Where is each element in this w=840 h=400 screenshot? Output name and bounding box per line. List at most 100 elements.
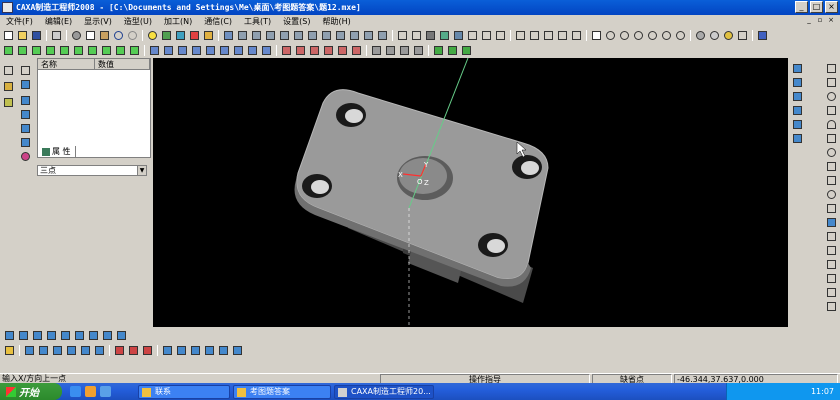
copy-curve-icon[interactable] [161, 344, 174, 356]
3d-viewport[interactable]: Y X O Z [153, 58, 788, 327]
menu-machining[interactable]: 加工(N) [158, 16, 198, 27]
plane-icon[interactable] [2, 45, 15, 57]
box-icon[interactable] [466, 30, 479, 42]
window-icon[interactable] [590, 30, 603, 42]
measure-icon[interactable] [514, 30, 527, 42]
close-button[interactable]: × [825, 1, 838, 13]
point-mode-select[interactable]: 三点 ▼ [37, 165, 147, 176]
sketch-pencil-icon[interactable] [2, 80, 15, 92]
plane-select-icon[interactable] [59, 329, 72, 341]
simulate-icon[interactable] [384, 45, 397, 57]
filter-icon[interactable] [174, 30, 187, 42]
boolean-icon[interactable] [280, 45, 293, 57]
clock[interactable]: 11:07 [811, 387, 834, 396]
toolpath-icon[interactable] [370, 45, 383, 57]
color-icon[interactable] [188, 30, 201, 42]
fillet-sketch-icon[interactable] [19, 136, 32, 148]
surface-tool-icon[interactable] [791, 76, 804, 88]
fillet-icon[interactable] [362, 30, 375, 42]
zoom-out-icon[interactable] [632, 30, 645, 42]
line-tool-icon[interactable] [791, 90, 804, 102]
view-iso-icon[interactable] [570, 30, 583, 42]
plane-3pt-icon[interactable] [72, 45, 85, 57]
polygon-icon[interactable] [825, 132, 838, 144]
hidden-line-icon[interactable] [410, 30, 423, 42]
tree-icon[interactable] [2, 96, 15, 108]
section-icon[interactable] [480, 30, 493, 42]
paste-icon[interactable] [98, 30, 111, 42]
new-file-icon[interactable] [2, 30, 15, 42]
plane-surface-icon[interactable] [100, 45, 113, 57]
textured-icon[interactable] [438, 30, 451, 42]
break-curve-icon[interactable] [51, 344, 64, 356]
constraint-icon[interactable] [19, 108, 32, 120]
edit-toolpath-icon[interactable] [432, 45, 445, 57]
surface-select-icon[interactable] [73, 329, 86, 341]
intersect-tool-icon[interactable] [791, 132, 804, 144]
menu-tools[interactable]: 工具(T) [238, 16, 277, 27]
pencil-icon[interactable] [756, 30, 769, 42]
media-icon[interactable] [85, 386, 96, 397]
point-select-icon[interactable] [101, 329, 114, 341]
ie-icon[interactable] [70, 386, 81, 397]
mirror-object-icon[interactable] [203, 344, 216, 356]
layer-icon[interactable] [202, 30, 215, 42]
wave-icon[interactable] [113, 344, 126, 356]
column-value-header[interactable]: 数值 [95, 59, 150, 69]
array-object-icon[interactable] [217, 344, 230, 356]
fillet-curve-icon[interactable] [825, 202, 838, 214]
hide-icon[interactable] [736, 30, 749, 42]
rotate-curve-icon[interactable] [825, 300, 838, 312]
light-icon[interactable] [146, 30, 159, 42]
pointer-icon[interactable] [825, 62, 838, 74]
chevron-down-icon[interactable]: ▼ [137, 166, 146, 175]
hole-icon[interactable] [148, 45, 161, 57]
pan-icon[interactable] [674, 30, 687, 42]
undo-icon[interactable] [112, 30, 125, 42]
transform-icon[interactable] [160, 30, 173, 42]
body-select-icon[interactable] [31, 329, 44, 341]
plane-curve-icon[interactable] [86, 45, 99, 57]
menu-edit[interactable]: 编辑(E) [39, 16, 78, 27]
datum-point-icon[interactable] [128, 45, 141, 57]
plane-offset-icon[interactable] [16, 45, 29, 57]
shell-icon[interactable] [176, 45, 189, 57]
chamfer-icon[interactable] [376, 30, 389, 42]
color-wheel-icon[interactable] [19, 150, 32, 162]
view-side-icon[interactable] [556, 30, 569, 42]
plane-angle-icon[interactable] [30, 45, 43, 57]
edge-select-icon[interactable] [17, 329, 30, 341]
draft-icon[interactable] [190, 45, 203, 57]
task-answers[interactable]: 考图题答案 [233, 385, 331, 399]
scale-object-icon[interactable] [231, 344, 244, 356]
view-cube-icon[interactable] [494, 30, 507, 42]
extend-curve-icon[interactable] [37, 344, 50, 356]
menu-help[interactable]: 帮助(H) [317, 16, 357, 27]
zoom-in-icon[interactable] [618, 30, 631, 42]
point-icon[interactable] [825, 188, 838, 200]
column-name-header[interactable]: 名称 [38, 59, 95, 69]
arc-icon[interactable] [825, 118, 838, 130]
redo-icon[interactable] [126, 30, 139, 42]
mirror-curve-icon[interactable] [825, 258, 838, 270]
zoom-realtime-icon[interactable] [646, 30, 659, 42]
cut-sweep-icon[interactable] [320, 30, 333, 42]
doc-close-button[interactable]: × [826, 16, 836, 26]
menu-settings[interactable]: 设置(S) [277, 16, 316, 27]
task-lianxi[interactable]: 联系 [138, 385, 230, 399]
doc-restore-button[interactable]: ▫ [815, 16, 825, 26]
cut-icon[interactable] [70, 30, 83, 42]
cut-revolve-icon[interactable] [306, 30, 319, 42]
project-tool-icon[interactable] [791, 118, 804, 130]
rib-icon[interactable] [162, 45, 175, 57]
print-icon[interactable] [50, 30, 63, 42]
array-curve-icon[interactable] [825, 272, 838, 284]
reverse-icon[interactable] [446, 45, 459, 57]
zoom-window-icon[interactable] [604, 30, 617, 42]
gcode-icon[interactable] [398, 45, 411, 57]
arc-curve-icon[interactable] [79, 344, 92, 356]
line-icon[interactable] [825, 76, 838, 88]
wireframe-icon[interactable] [396, 30, 409, 42]
formula-icon[interactable] [825, 174, 838, 186]
shade-icon[interactable] [708, 30, 721, 42]
